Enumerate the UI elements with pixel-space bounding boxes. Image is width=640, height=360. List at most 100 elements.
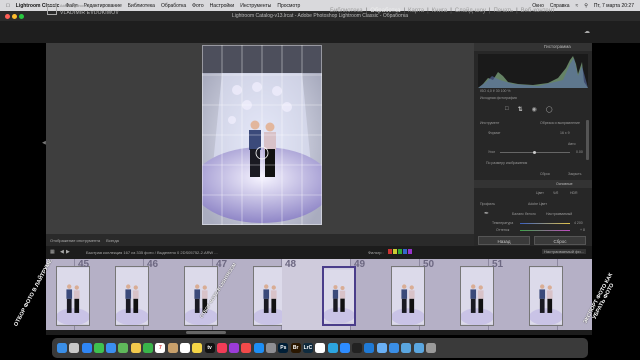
mail-icon[interactable] [106, 343, 117, 353]
tv-icon[interactable]: tv [204, 343, 215, 353]
treatment-hdr[interactable]: HDR [570, 191, 578, 195]
music-icon[interactable] [216, 343, 227, 353]
menu-tools[interactable]: Инструменты [240, 3, 271, 9]
cloud-icon[interactable]: ☁ [584, 28, 590, 35]
crop-reset-button[interactable]: Сброс [540, 172, 550, 176]
basic-header[interactable] [474, 180, 592, 188]
filmstrip-scroll-thumb[interactable] [186, 331, 226, 334]
launchpad-icon[interactable] [69, 343, 80, 353]
treatment-bw[interactable]: Ч/б [553, 191, 558, 195]
crop-close-button[interactable]: Закрыть [568, 172, 581, 176]
filmstrip-cell[interactable] [46, 259, 90, 330]
notes-icon[interactable] [192, 343, 203, 353]
chrome-icon[interactable] [315, 343, 326, 353]
calendar-icon[interactable]: 7 [155, 343, 166, 353]
module-slideshow[interactable]: Слайд-шоу [455, 8, 486, 14]
color-label-filters[interactable] [388, 249, 412, 254]
aspect-select[interactable]: 16 х 9 [560, 131, 570, 135]
contacts-icon[interactable] [167, 343, 178, 353]
treatment-color[interactable]: Цвет [536, 191, 544, 195]
redeye-tool-icon[interactable]: ◉ [532, 106, 537, 113]
module-book[interactable]: Книга [432, 8, 448, 14]
right-panel-scrollbar[interactable] [586, 120, 589, 160]
crop-tool-icon[interactable]: □ [505, 106, 509, 113]
zoom-icon[interactable] [339, 343, 350, 353]
photos-icon[interactable] [130, 343, 141, 353]
filmstrip-cell[interactable]: 50 [420, 259, 494, 330]
module-library[interactable]: Библиотека [330, 8, 363, 14]
tool-value: Обрезка и выпрямление [540, 121, 580, 125]
menu-photo[interactable]: Фото [192, 3, 204, 9]
zoom-window-icon[interactable] [19, 14, 24, 19]
main-photo[interactable] [202, 45, 322, 225]
grid-view-icon[interactable]: ▦ [50, 249, 55, 255]
filmstrip-cell[interactable]: 51 [489, 259, 563, 330]
minimize-window-icon[interactable] [12, 14, 17, 19]
reminders-icon[interactable] [179, 343, 190, 353]
filmstrip-cell[interactable]: 45 [75, 259, 149, 330]
filmstrip-cell-selected[interactable]: 48 [282, 259, 356, 330]
terminal-icon[interactable] [352, 343, 363, 353]
menu-clock[interactable]: Пт, 7 марта 20:27 [594, 3, 634, 9]
menu-view[interactable]: Просмотр [277, 3, 300, 9]
apple-icon[interactable]:  [6, 3, 10, 9]
angle-value[interactable]: 0.00 [576, 150, 583, 154]
thumbnail[interactable] [529, 266, 563, 326]
close-window-icon[interactable] [5, 14, 10, 19]
back-arrow-icon[interactable]: ◀ [60, 249, 64, 255]
histogram-header[interactable]: Гистограмма [474, 43, 592, 51]
histogram[interactable] [478, 54, 588, 88]
module-print[interactable]: Печать [493, 8, 513, 14]
module-web[interactable]: Веб-контент [521, 8, 555, 14]
angle-slider-knob[interactable] [533, 151, 536, 154]
module-develop[interactable]: Обработка [370, 8, 400, 14]
podcasts-icon[interactable] [229, 343, 240, 353]
folder-icon[interactable] [401, 343, 412, 353]
wb-select[interactable]: Настраиваемый [546, 212, 572, 216]
preview-icon[interactable] [376, 343, 387, 353]
settings-icon[interactable] [266, 343, 277, 353]
trash-icon[interactable] [425, 343, 436, 353]
news-icon[interactable] [241, 343, 252, 353]
temp-value[interactable]: 4 200 [574, 221, 583, 225]
wifi-icon[interactable]: ≈ [575, 3, 578, 9]
search-icon[interactable]: ⚲ [584, 3, 588, 9]
tint-slider[interactable] [520, 230, 570, 231]
filmstrip-cell[interactable]: 47 [213, 259, 287, 330]
menu-library[interactable]: Библиотека [128, 3, 155, 9]
mask-tool-icon[interactable]: ◯ [546, 106, 553, 113]
filter-select[interactable]: Настраиваемый фи... [542, 249, 586, 254]
telegram-icon[interactable] [327, 343, 338, 353]
folder2-icon[interactable] [413, 343, 424, 353]
original-photo-checkbox[interactable]: Исходная фотография [480, 96, 517, 100]
lr-identity-plate [0, 21, 640, 43]
vscode-icon[interactable] [364, 343, 375, 353]
filmstrip-cell[interactable]: 46 [144, 259, 218, 330]
tool-overlay-select[interactable]: Всегда [106, 238, 119, 243]
lrc-icon[interactable]: LrC [302, 343, 313, 353]
auto-straighten-button[interactable]: Авто [568, 142, 576, 146]
finder2-icon[interactable] [389, 343, 400, 353]
previous-button[interactable]: Назад [478, 236, 530, 245]
finder-icon[interactable] [57, 343, 67, 353]
safari-icon[interactable] [81, 343, 92, 353]
filmstrip-source-info[interactable]: Быстрая коллекция 167 из 335 фото / Выде… [86, 250, 218, 255]
module-map[interactable]: Карта [408, 8, 424, 14]
menu-develop[interactable]: Обработка [161, 3, 186, 9]
appstore-icon[interactable] [253, 343, 264, 353]
photoshop-icon[interactable]: Ps [278, 343, 289, 353]
tint-value[interactable]: + 8 [580, 228, 585, 232]
messages-icon[interactable] [93, 343, 104, 353]
forward-arrow-icon[interactable]: ▶ [66, 249, 70, 255]
temp-slider[interactable] [520, 223, 570, 224]
heal-tool-icon[interactable]: ⇅ [518, 106, 523, 113]
filmstrip-cell[interactable]: 49 [351, 259, 425, 330]
profile-select[interactable]: Adobe Цвет [528, 202, 547, 206]
constrain-checkbox[interactable]: По размеру изображения [486, 161, 527, 165]
reset-button[interactable]: Сброс [534, 236, 586, 245]
bridge-icon[interactable]: Br [290, 343, 301, 353]
wb-eyedropper-icon[interactable]: ✒ [484, 210, 489, 217]
maps-icon[interactable] [118, 343, 129, 353]
facetime-icon[interactable] [143, 343, 154, 353]
menu-settings[interactable]: Настройки [210, 3, 235, 9]
